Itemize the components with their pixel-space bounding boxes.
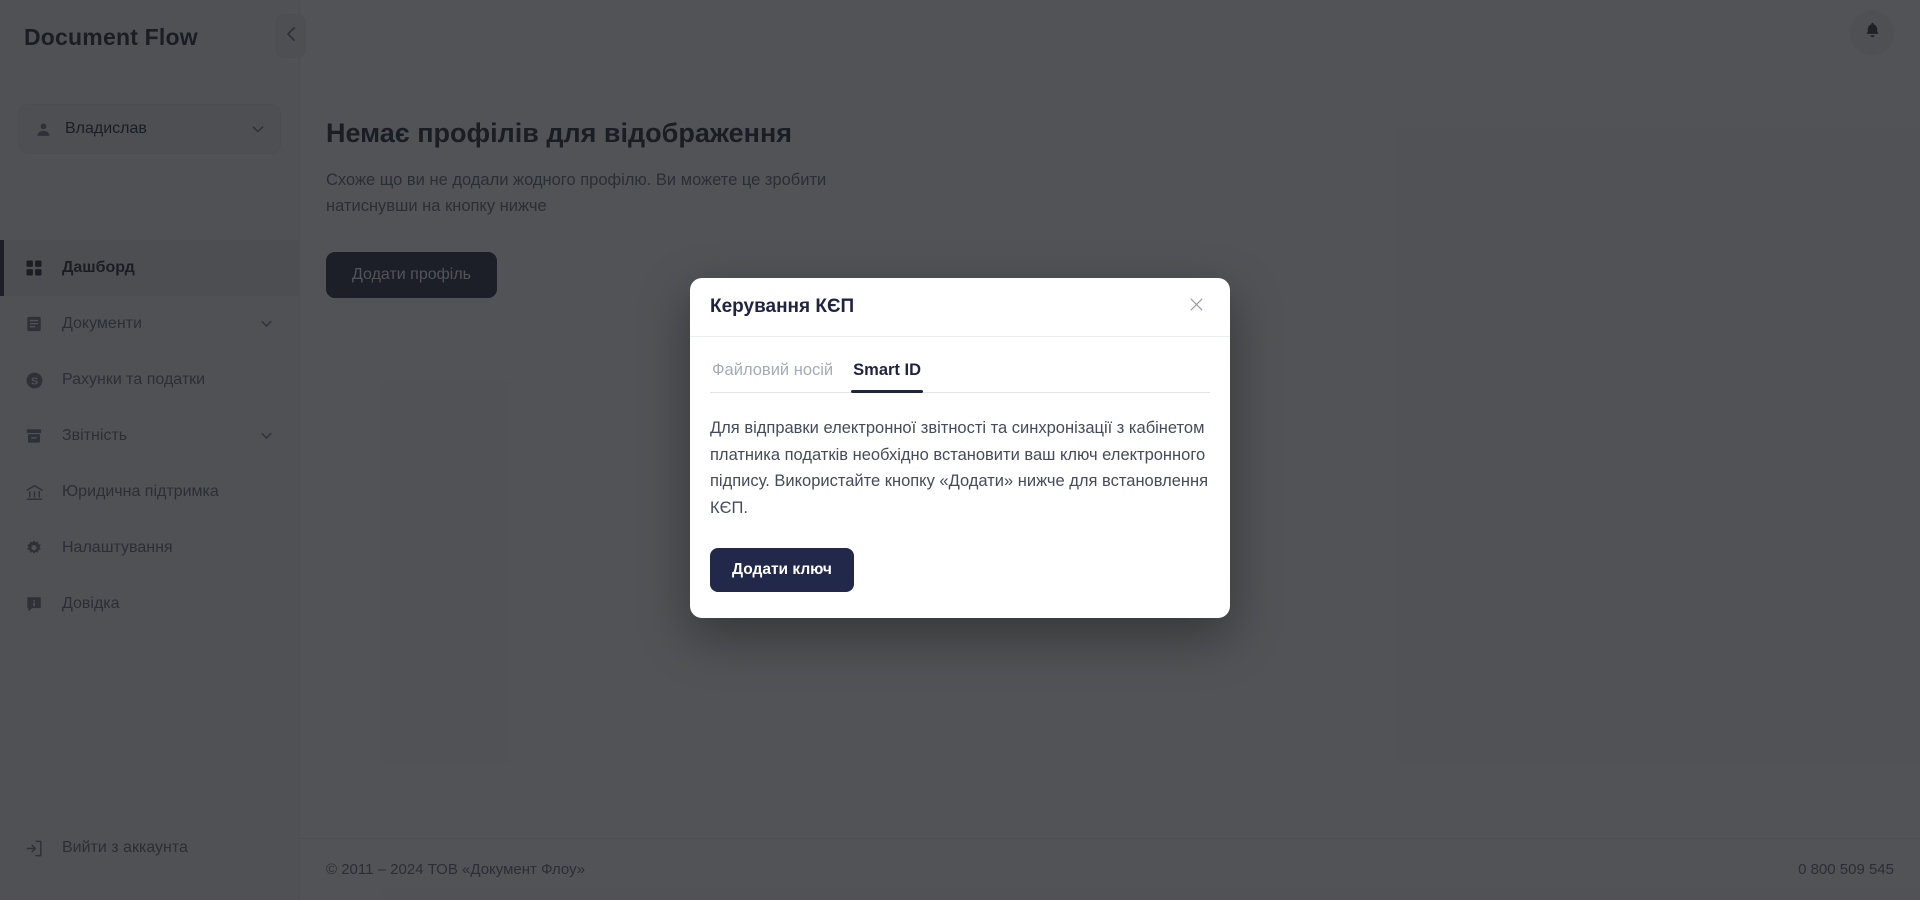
modal-body: Файловий носій Smart ID Для відправки ел… [690, 337, 1230, 618]
modal-description: Для відправки електронної звітності та с… [710, 419, 1209, 518]
modal-title: Керування КЄП [710, 296, 855, 317]
add-key-button[interactable]: Додати ключ [710, 547, 854, 592]
close-button[interactable] [1182, 293, 1210, 321]
app-root: Document Flow Владислав Дашборд [0, 0, 1920, 900]
kep-management-modal: Керування КЄП Файловий носій Smart ID Дл… [690, 278, 1230, 618]
modal-tabs: Файловий носій Smart ID [710, 357, 1210, 393]
modal-header: Керування КЄП [690, 278, 1230, 337]
tab-file-carrier[interactable]: Файловий носій [710, 357, 835, 392]
close-icon [1188, 296, 1205, 319]
tab-smart-id[interactable]: Smart ID [851, 357, 923, 393]
